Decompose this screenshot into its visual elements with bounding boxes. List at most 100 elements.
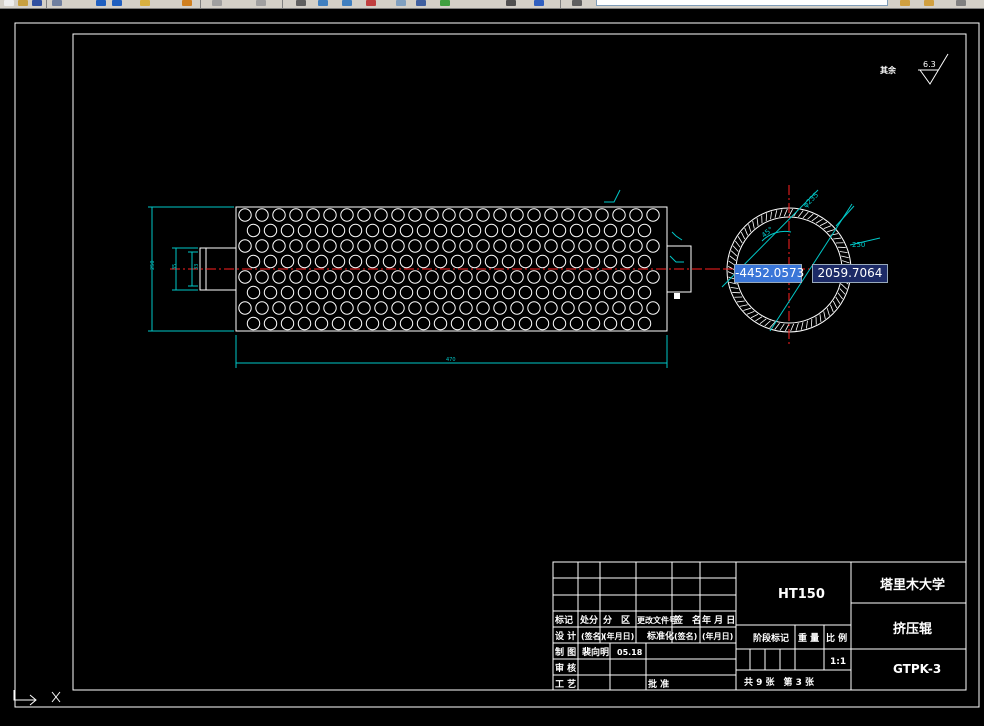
ucs-icon bbox=[14, 690, 60, 705]
roller-hole bbox=[290, 240, 302, 252]
roller-hole bbox=[647, 209, 659, 221]
calculator-icon[interactable] bbox=[396, 0, 406, 6]
roller-hole bbox=[519, 317, 531, 329]
hatch-line bbox=[841, 284, 847, 289]
layer-dropdown[interactable] bbox=[596, 0, 888, 6]
roller-hole bbox=[621, 286, 633, 298]
roller-hole bbox=[281, 224, 293, 236]
roller-hole bbox=[545, 271, 557, 283]
redo-icon[interactable] bbox=[112, 0, 122, 6]
title-block-text: HT150 塔里木大学 挤压辊 GTPK-3 标记 处分 分 区 更改文件号 签… bbox=[554, 577, 945, 690]
zoom-previous-icon[interactable] bbox=[256, 0, 266, 6]
roller-hole bbox=[604, 317, 616, 329]
roller-hole bbox=[358, 302, 370, 314]
hatch-line bbox=[806, 321, 807, 329]
roller-hole bbox=[349, 286, 361, 298]
hatch-line bbox=[798, 211, 803, 217]
roller-hole bbox=[239, 271, 251, 283]
roller-hole bbox=[528, 209, 540, 221]
roller-hole bbox=[536, 286, 548, 298]
roller-hole bbox=[426, 209, 438, 221]
roller-hole bbox=[324, 302, 336, 314]
text-style-icon[interactable] bbox=[296, 0, 306, 6]
roller-hole bbox=[341, 209, 353, 221]
new-icon[interactable] bbox=[4, 0, 14, 6]
roller-hole bbox=[511, 240, 523, 252]
roller-hole bbox=[477, 271, 489, 283]
roller-hole bbox=[630, 271, 642, 283]
roller-hole bbox=[562, 209, 574, 221]
roller-hole bbox=[579, 271, 591, 283]
dim-diameter: 250 bbox=[150, 260, 156, 270]
roller-hole bbox=[494, 271, 506, 283]
toolbar-separator bbox=[282, 0, 283, 8]
roller-hole bbox=[502, 224, 514, 236]
roller-hole bbox=[477, 302, 489, 314]
command-line[interactable] bbox=[0, 715, 984, 722]
hatch-line bbox=[745, 228, 748, 235]
plot-icon[interactable] bbox=[52, 0, 62, 6]
dynamic-input-y[interactable]: 2059.7064 bbox=[812, 264, 888, 283]
hatch-line bbox=[737, 301, 745, 302]
roller-hole bbox=[460, 209, 472, 221]
hatch-line bbox=[842, 261, 849, 263]
roller-hole bbox=[621, 224, 633, 236]
roller-hole bbox=[256, 302, 268, 314]
roller-hole bbox=[443, 240, 455, 252]
roller-hole bbox=[494, 240, 506, 252]
roller-hole bbox=[239, 240, 251, 252]
layer-off-icon[interactable] bbox=[956, 0, 966, 6]
layer-prev-icon[interactable] bbox=[900, 0, 910, 6]
grid-icon[interactable] bbox=[506, 0, 516, 6]
design-label: 设 计 bbox=[555, 630, 576, 642]
zoom-icon[interactable] bbox=[182, 0, 192, 6]
layer-manager-icon[interactable] bbox=[572, 0, 582, 6]
hatch-line bbox=[757, 218, 758, 226]
roller-hole bbox=[553, 224, 565, 236]
hatch-line bbox=[775, 210, 777, 218]
roller-hole bbox=[366, 255, 378, 267]
roller-hole bbox=[417, 286, 429, 298]
hatch-line bbox=[840, 288, 845, 294]
properties-icon[interactable] bbox=[318, 0, 328, 6]
roller-hole bbox=[383, 317, 395, 329]
design-center-icon[interactable] bbox=[342, 0, 352, 6]
roller-hole bbox=[553, 286, 565, 298]
roller-hole bbox=[562, 240, 574, 252]
roller-hole bbox=[349, 224, 361, 236]
roller-hole bbox=[315, 224, 327, 236]
save-icon[interactable] bbox=[32, 0, 42, 6]
layer-properties-icon[interactable] bbox=[416, 0, 426, 6]
roller-hole bbox=[621, 255, 633, 267]
hatch-line bbox=[747, 311, 754, 314]
hatch-line bbox=[749, 224, 751, 231]
roller-hole bbox=[400, 224, 412, 236]
hatch-line bbox=[731, 287, 739, 288]
layer-state-icon[interactable] bbox=[440, 0, 450, 6]
toolbar-separator bbox=[200, 0, 201, 8]
material-label: HT150 bbox=[778, 587, 825, 602]
layer-iso-icon[interactable] bbox=[924, 0, 934, 6]
roller-hole bbox=[332, 224, 344, 236]
help-icon[interactable] bbox=[534, 0, 544, 6]
pan-icon[interactable] bbox=[140, 0, 150, 6]
roller-hole bbox=[434, 224, 446, 236]
drawing-canvas[interactable]: 其余 6.3 bbox=[0, 9, 984, 722]
roller-hole bbox=[315, 317, 327, 329]
open-icon[interactable] bbox=[18, 0, 28, 6]
zoom-window-icon[interactable] bbox=[212, 0, 222, 6]
roller-hole bbox=[502, 286, 514, 298]
roller-hole bbox=[400, 317, 412, 329]
roller-hole bbox=[545, 240, 557, 252]
dim-length: 470 bbox=[446, 357, 456, 363]
undo-icon[interactable] bbox=[96, 0, 106, 6]
dynamic-input-x[interactable]: -4452.0573 bbox=[734, 264, 802, 283]
roller-hole bbox=[392, 209, 404, 221]
hatch-line bbox=[824, 311, 826, 319]
hatch-line bbox=[841, 256, 849, 258]
roller-hole bbox=[587, 255, 599, 267]
tool-palette-icon[interactable] bbox=[366, 0, 376, 6]
hatch-line bbox=[731, 251, 737, 256]
side-view-dimensions bbox=[148, 190, 684, 368]
roller-hole bbox=[519, 255, 531, 267]
